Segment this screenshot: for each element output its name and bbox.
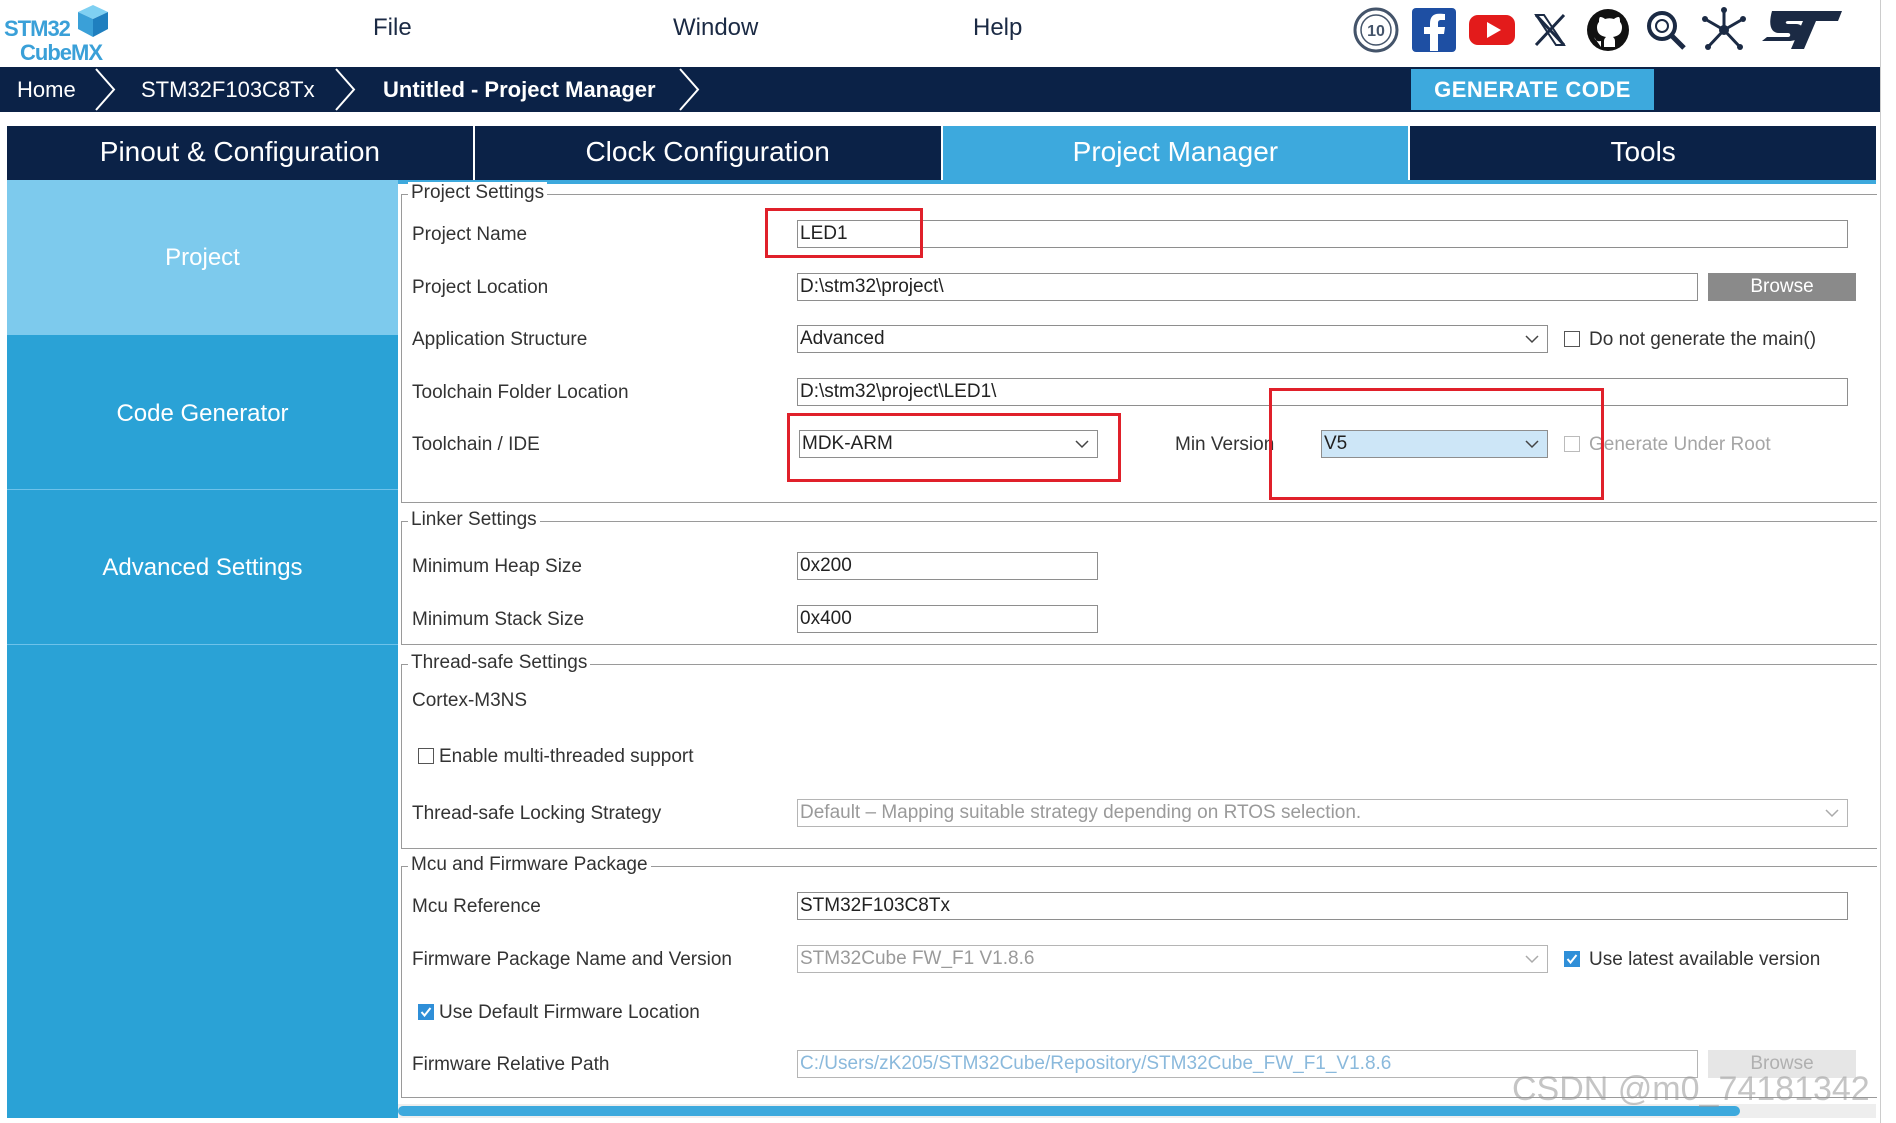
application-structure-value: Advanced (800, 328, 885, 349)
check-icon (1566, 954, 1578, 965)
use-default-location-checkbox[interactable] (418, 1004, 434, 1020)
menu-file[interactable]: File (373, 14, 412, 42)
multithread-checkbox[interactable] (418, 748, 434, 764)
toolchain-folder-input[interactable]: D:\stm32\project\LED1\ (797, 378, 1848, 406)
breadcrumb-current[interactable]: Untitled - Project Manager (383, 67, 656, 112)
use-latest-label: Use latest available version (1589, 949, 1821, 970)
chevron-right-icon (679, 68, 700, 111)
project-name-input[interactable]: LED1 (797, 220, 1848, 248)
toolchain-ide-select[interactable]: MDK-ARM (799, 430, 1098, 458)
tab-tools[interactable]: Tools (1410, 126, 1876, 180)
menu-help[interactable]: Help (973, 14, 1022, 42)
group-title: Thread-safe Settings (408, 652, 591, 674)
generate-code-button[interactable]: GENERATE CODE (1411, 69, 1654, 110)
chevron-down-icon (1525, 955, 1539, 964)
firmware-package-value: STM32Cube FW_F1 V1.8.6 (800, 948, 1035, 969)
core-label: Cortex-M3NS (412, 690, 528, 711)
project-name-label: Project Name (412, 224, 528, 245)
anniversary-10-icon[interactable]: 10 (1352, 6, 1400, 54)
network-icon[interactable] (1700, 6, 1748, 54)
breadcrumb: Home STM32F103C8Tx Untitled - Project Ma… (0, 67, 1896, 112)
x-twitter-icon[interactable] (1526, 6, 1574, 54)
main-tabs: Pinout & Configuration Clock Configurati… (7, 126, 1876, 180)
thread-safe-settings-group: Thread-safe Settings Cortex-M3NS Enable … (401, 652, 1877, 849)
project-location-label: Project Location (412, 277, 549, 298)
no-main-label: Do not generate the main() (1589, 329, 1817, 350)
toolchain-ide-label: Toolchain / IDE (412, 434, 540, 455)
svg-text:10: 10 (1367, 23, 1385, 40)
chevron-right-icon (335, 68, 356, 111)
group-title: Project Settings (408, 182, 548, 204)
st-logo-icon[interactable] (1758, 6, 1844, 54)
chevron-right-icon (95, 68, 116, 111)
group-title: Linker Settings (408, 509, 540, 531)
mcu-reference-label: Mcu Reference (412, 896, 541, 917)
check-icon (420, 1007, 432, 1018)
toolchain-folder-label: Toolchain Folder Location (412, 382, 629, 403)
mcu-firmware-group: Mcu and Firmware Package Mcu Reference S… (401, 854, 1877, 1098)
locking-strategy-value: Default – Mapping suitable strategy depe… (800, 802, 1362, 823)
sidebar: Project Code Generator Advanced Settings (7, 180, 398, 1118)
sidebar-item-project[interactable]: Project (7, 180, 398, 335)
no-main-checkbox[interactable] (1564, 331, 1580, 347)
chevron-down-icon (1525, 335, 1539, 344)
project-location-browse-button[interactable]: Browse (1708, 273, 1856, 301)
linker-settings-group: Linker Settings Minimum Heap Size 0x200 … (401, 509, 1877, 645)
use-latest-checkbox[interactable] (1564, 951, 1580, 967)
tab-pinout-configuration[interactable]: Pinout & Configuration (7, 126, 475, 180)
firmware-path-label: Firmware Relative Path (412, 1054, 610, 1075)
tab-project-manager[interactable]: Project Manager (942, 126, 1411, 180)
toolchain-ide-value: MDK-ARM (802, 433, 893, 454)
logo-stm-text: STM32 (4, 16, 71, 41)
youtube-icon[interactable] (1468, 6, 1516, 54)
min-heap-label: Minimum Heap Size (412, 556, 582, 577)
generate-under-root-label: Generate Under Root (1589, 434, 1771, 455)
logo-cube-text: CubeMX (20, 40, 103, 65)
menu-bar: STM32 CubeMX File Window Help 10 (0, 0, 1896, 67)
min-stack-label: Minimum Stack Size (412, 609, 585, 630)
application-structure-label: Application Structure (412, 329, 588, 350)
locking-strategy-select[interactable]: Default – Mapping suitable strategy depe… (797, 799, 1848, 827)
mcu-reference-input[interactable]: STM32F103C8Tx (797, 892, 1848, 920)
cube-icon (78, 5, 108, 37)
vertical-scrollbar[interactable] (1880, 0, 1896, 1123)
chevron-down-icon (1075, 440, 1089, 449)
generate-under-root-checkbox[interactable] (1564, 436, 1580, 452)
use-default-location-label: Use Default Firmware Location (439, 1002, 700, 1023)
chevron-down-icon (1525, 440, 1539, 449)
project-settings-group: Project Settings Project Name LED1 Proje… (401, 182, 1877, 503)
sidebar-item-advanced-settings[interactable]: Advanced Settings (7, 490, 398, 645)
firmware-package-select[interactable]: STM32Cube FW_F1 V1.8.6 (797, 945, 1548, 973)
sidebar-divider (7, 644, 398, 645)
locking-strategy-label: Thread-safe Locking Strategy (412, 803, 662, 824)
min-version-select[interactable]: V5 (1321, 430, 1548, 458)
search-community-icon[interactable] (1642, 6, 1690, 54)
min-stack-input[interactable]: 0x400 (797, 605, 1098, 633)
social-icons: 10 (1352, 4, 1844, 56)
min-version-label: Min Version (1175, 434, 1275, 455)
multithread-label: Enable multi-threaded support (439, 746, 694, 767)
min-version-value: V5 (1324, 433, 1348, 454)
project-location-input[interactable]: D:\stm32\project\ (797, 273, 1698, 301)
chevron-down-icon (1825, 809, 1839, 818)
breadcrumb-home[interactable]: Home (17, 67, 76, 112)
group-title: Mcu and Firmware Package (408, 854, 651, 876)
watermark-text: CSDN @m0_74181342 (1512, 1070, 1870, 1108)
stm32cubemx-logo: STM32 CubeMX (4, 4, 114, 65)
min-heap-input[interactable]: 0x200 (797, 552, 1098, 580)
github-icon[interactable] (1584, 6, 1632, 54)
firmware-package-label: Firmware Package Name and Version (412, 949, 732, 970)
sidebar-item-code-generator[interactable]: Code Generator (7, 336, 398, 491)
application-structure-select[interactable]: Advanced (797, 325, 1548, 353)
facebook-icon[interactable] (1410, 6, 1458, 54)
tab-clock-configuration[interactable]: Clock Configuration (474, 126, 943, 180)
breadcrumb-mcu[interactable]: STM32F103C8Tx (141, 67, 315, 112)
project-settings-panel: Project Settings Project Name LED1 Proje… (398, 182, 1877, 1118)
menu-window[interactable]: Window (673, 14, 758, 42)
